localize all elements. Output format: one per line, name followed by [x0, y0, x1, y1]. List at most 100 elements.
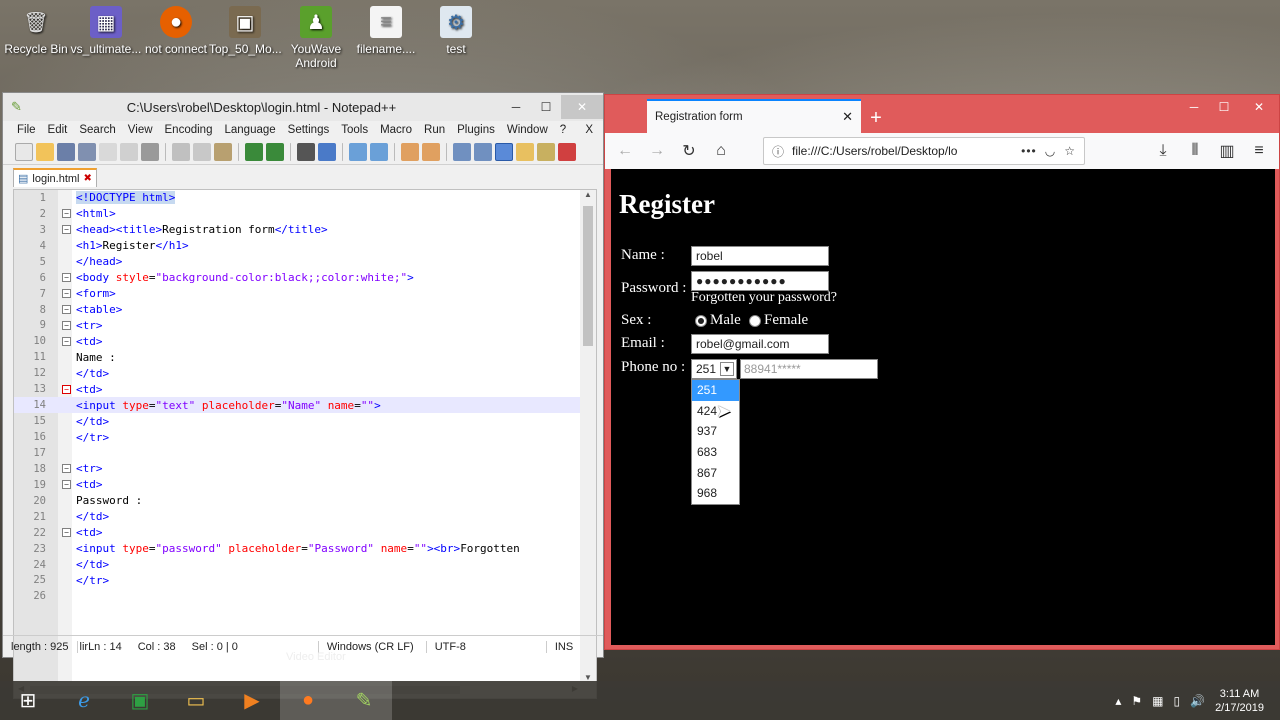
word-wrap-icon[interactable]: [453, 142, 471, 161]
fold-minus-icon[interactable]: −: [62, 320, 71, 330]
new-file-icon[interactable]: [15, 142, 33, 161]
home-icon[interactable]: ⌂: [707, 137, 735, 165]
reload-icon[interactable]: ↻: [675, 137, 703, 165]
start-windows-icon[interactable]: ⊞: [0, 681, 56, 720]
dropdown-option[interactable]: 968: [692, 483, 739, 504]
desktop-icon-not-connect[interactable]: ● not connect: [140, 4, 212, 56]
fold-minus-icon[interactable]: −: [62, 273, 71, 283]
zoom-in-icon[interactable]: [349, 142, 367, 161]
minimize-button[interactable]: ─: [1179, 95, 1209, 119]
new-tab-button[interactable]: +: [861, 103, 891, 133]
fold-minus-icon[interactable]: −: [62, 528, 71, 538]
password-input[interactable]: ●●●●●●●●●●●: [691, 271, 829, 291]
tab-login-html[interactable]: ▤ login.html ✖: [13, 168, 97, 187]
network-icon[interactable]: ▦: [1152, 694, 1163, 708]
code-editor[interactable]: 1 <!DOCTYPE html> 2− <html> 3− <head><title…: [13, 189, 597, 699]
forward-arrow-icon[interactable]: →: [643, 137, 671, 165]
pocket-icon[interactable]: ◡: [1045, 144, 1056, 158]
dropdown-option[interactable]: 867: [692, 462, 739, 483]
menu-window[interactable]: Window: [507, 124, 548, 136]
dropdown-option[interactable]: 937: [692, 421, 739, 442]
dropdown-option[interactable]: 683: [692, 442, 739, 463]
fold-minus-icon[interactable]: −: [62, 384, 71, 394]
flag-icon[interactable]: ⚑: [1131, 694, 1142, 708]
zoom-out-icon[interactable]: [370, 142, 388, 161]
fold-minus-icon[interactable]: −: [62, 209, 71, 219]
indent-guide-icon[interactable]: [495, 142, 513, 161]
open-file-icon[interactable]: [36, 142, 54, 161]
show-all-chars-icon[interactable]: [474, 142, 492, 161]
close-button[interactable]: ✕: [561, 95, 603, 119]
maximize-button[interactable]: ☐: [531, 95, 561, 119]
store-icon[interactable]: ▣: [112, 681, 168, 720]
firefox-taskbar-icon[interactable]: ●: [280, 681, 336, 720]
menu-encoding[interactable]: Encoding: [165, 124, 213, 136]
fold-minus-icon[interactable]: −: [62, 289, 71, 299]
sidebar-icon[interactable]: ▥: [1213, 137, 1241, 165]
menu-help[interactable]: ?: [560, 124, 566, 136]
menu-plugins[interactable]: Plugins: [457, 124, 495, 136]
volume-icon[interactable]: 🔊: [1190, 694, 1205, 708]
back-arrow-icon[interactable]: ←: [611, 137, 639, 165]
vertical-scrollbar[interactable]: ▲ ▼: [580, 190, 596, 698]
library-icon[interactable]: ⫴: [1181, 137, 1209, 165]
save-icon[interactable]: [57, 142, 75, 161]
sync-scroll-icon[interactable]: [401, 142, 419, 161]
print-icon[interactable]: [141, 142, 159, 161]
name-input[interactable]: robel: [691, 246, 829, 266]
find-icon[interactable]: [297, 142, 315, 161]
close-file-icon[interactable]: [99, 142, 117, 161]
browser-tab-registration[interactable]: Registration form ✕: [647, 99, 861, 133]
maximize-button[interactable]: ☐: [1209, 95, 1239, 119]
dropdown-option[interactable]: 251: [692, 380, 739, 401]
close-all-icon[interactable]: [120, 142, 138, 161]
fold-minus-icon[interactable]: −: [62, 336, 71, 346]
replace-icon[interactable]: [318, 142, 336, 161]
function-list-icon[interactable]: [537, 142, 555, 161]
paste-icon[interactable]: [214, 142, 232, 161]
redo-icon[interactable]: [266, 142, 284, 161]
file-explorer-icon[interactable]: ▭: [168, 681, 224, 720]
tray-expand-icon[interactable]: ▴: [1115, 694, 1121, 708]
undo-icon[interactable]: [245, 142, 263, 161]
menu-macro[interactable]: Macro: [380, 124, 412, 136]
male-radio[interactable]: Male: [695, 312, 741, 329]
tab-close-icon[interactable]: ✖: [83, 173, 91, 184]
fold-minus-icon[interactable]: −: [62, 464, 71, 474]
menu-view[interactable]: View: [128, 124, 153, 136]
desktop-icon-vs-ultimate[interactable]: ▦ vs_ultimate...: [70, 4, 142, 56]
tab-close-icon[interactable]: ✕: [842, 109, 853, 125]
menu-search[interactable]: Search: [79, 124, 115, 136]
scrollbar-thumb[interactable]: [583, 206, 593, 346]
page-actions-icon[interactable]: •••: [1021, 144, 1037, 158]
desktop-icon-filename[interactable]: ≡ filename....: [350, 4, 422, 56]
menu-edit[interactable]: Edit: [48, 124, 68, 136]
battery-icon[interactable]: ▯: [1174, 694, 1181, 708]
menu-tools[interactable]: Tools: [341, 124, 368, 136]
menu-close-doc[interactable]: X: [585, 124, 593, 136]
save-all-icon[interactable]: [78, 142, 96, 161]
close-button[interactable]: ✕: [1239, 95, 1279, 119]
copy-icon[interactable]: [193, 142, 211, 161]
country-code-select[interactable]: 251 ▼: [691, 359, 737, 379]
bookmark-star-icon[interactable]: ☆: [1064, 144, 1076, 158]
doc-map-icon[interactable]: [516, 142, 534, 161]
fold-minus-icon[interactable]: −: [62, 305, 71, 315]
desktop-icon-recycle-bin[interactable]: 🗑 Recycle Bin: [0, 4, 72, 57]
sync-h-icon[interactable]: [422, 142, 440, 161]
notepad-titlebar[interactable]: ✎ C:\Users\robel\Desktop\login.html - No…: [3, 93, 603, 121]
fold-minus-icon[interactable]: −: [62, 225, 71, 235]
hamburger-menu-icon[interactable]: ≡: [1245, 137, 1273, 165]
email-input[interactable]: robel@gmail.com: [691, 334, 829, 354]
desktop-icon-youwave[interactable]: ♟ YouWave Android: [280, 4, 352, 70]
clock[interactable]: 3:11 AM 2/17/2019: [1215, 687, 1264, 715]
record-macro-icon[interactable]: [558, 142, 576, 161]
address-bar[interactable]: ⓘ file:///C:/Users/robel/Desktop/lo ••• …: [763, 137, 1085, 165]
desktop-icon-top50[interactable]: ▣ Top_50_Mo...: [209, 4, 282, 56]
downloads-icon[interactable]: ⤓: [1149, 137, 1177, 165]
menu-settings[interactable]: Settings: [288, 124, 330, 136]
desktop-icon-test[interactable]: ⚙ test: [420, 4, 492, 56]
phone-input[interactable]: 88941*****: [740, 359, 878, 379]
menu-run[interactable]: Run: [424, 124, 445, 136]
cut-icon[interactable]: [172, 142, 190, 161]
